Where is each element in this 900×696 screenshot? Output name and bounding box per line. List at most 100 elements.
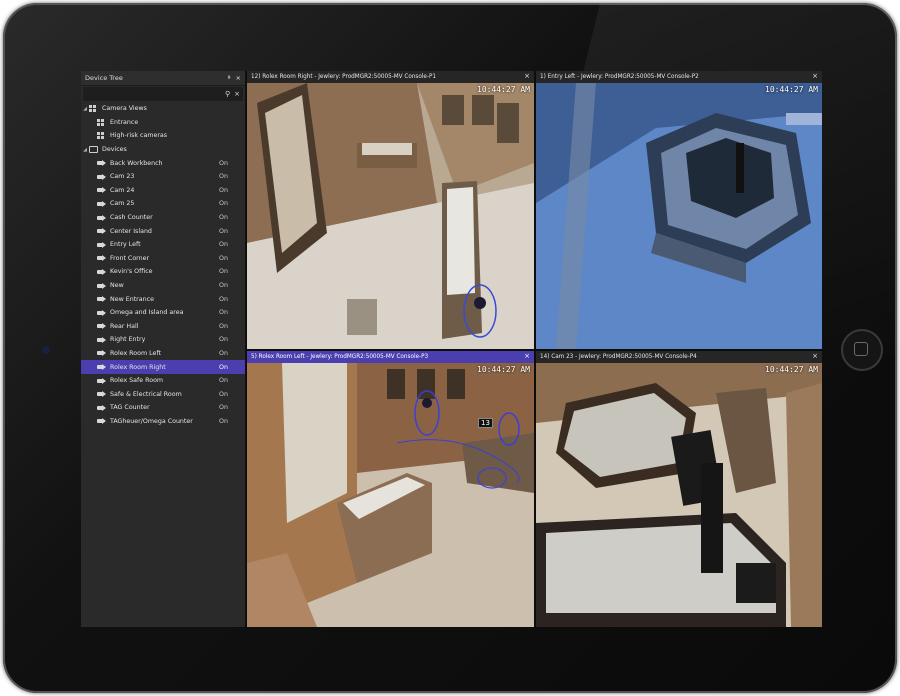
camera-icon [97, 377, 106, 384]
camera-tile-title: 1) Entry Left - Jewlery: ProdMGR2:50005-… [540, 74, 699, 80]
camera-tile-4[interactable]: 14) Cam 23 - Jewlery: ProdMGR2:50005-MV … [536, 351, 822, 627]
camera-icon [97, 391, 106, 398]
device-item[interactable]: Rolex Room Left On [81, 347, 245, 361]
device-status: On [219, 200, 228, 208]
close-icon[interactable]: × [812, 72, 818, 80]
device-tree-header: Device Tree ª × [81, 71, 245, 86]
camera-tile-titlebar[interactable]: 14) Cam 23 - Jewlery: ProdMGR2:50005-MV … [536, 351, 822, 363]
camera-timestamp: 10:44:27 AM [765, 365, 818, 374]
device-tree-panel: Device Tree ª × ⚲ × ◢ Camera Views Entranc… [81, 71, 246, 627]
device-item[interactable]: Right Entry On [81, 333, 245, 347]
device-item[interactable]: New Entrance On [81, 292, 245, 306]
device-item[interactable]: Rolex Room Right On [81, 360, 245, 374]
camera-tile-titlebar[interactable]: 1) Entry Left - Jewlery: ProdMGR2:50005-… [536, 71, 822, 83]
device-label: New [110, 282, 124, 290]
close-icon[interactable]: × [524, 72, 530, 80]
camera-tile-2[interactable]: 1) Entry Left - Jewlery: ProdMGR2:50005-… [536, 71, 822, 349]
camera-feed-image [536, 83, 822, 349]
camera-icon [97, 364, 106, 371]
camera-icon [97, 418, 106, 425]
collapse-arrow-icon[interactable]: ◢ [81, 147, 89, 153]
tree-item-camera-view[interactable]: Entrance [81, 116, 245, 130]
home-square-icon [854, 342, 868, 356]
tree-group-devices[interactable]: ◢ Devices [81, 143, 245, 157]
device-status: On [219, 254, 228, 262]
camera-views-icon [89, 105, 98, 113]
camera-feed[interactable]: 10:44:27 AM [536, 83, 822, 349]
device-label: Omega and Island area [110, 309, 184, 317]
close-icon[interactable]: × [812, 352, 818, 360]
device-tree-list: ◢ Camera Views Entrance High-risk cameras ◢ D… [81, 102, 245, 428]
search-icon[interactable]: ⚲ [225, 90, 230, 98]
close-icon[interactable]: × [236, 74, 241, 82]
device-item[interactable]: Back Workbench On [81, 156, 245, 170]
device-label: TAG Counter [110, 404, 150, 412]
device-status: On [219, 377, 228, 385]
folder-icon [89, 146, 98, 154]
camera-icon [97, 214, 106, 221]
camera-icon [97, 268, 106, 275]
device-item[interactable]: New On [81, 279, 245, 293]
camera-icon [97, 309, 106, 316]
device-status: On [219, 336, 228, 344]
device-label: Cam 23 [110, 173, 135, 181]
camera-tile-titlebar[interactable]: 12) Rolex Room Right - Jewlery: ProdMGR2… [247, 71, 534, 83]
device-label: Cam 24 [110, 186, 135, 194]
device-item[interactable]: Rolex Safe Room On [81, 374, 245, 388]
camera-icon [97, 160, 106, 167]
device-item[interactable]: Cam 23 On [81, 170, 245, 184]
device-status: On [219, 309, 228, 317]
device-label: Kevin's Office [110, 268, 153, 276]
camera-icon [97, 404, 106, 411]
grid-icon [97, 118, 106, 126]
device-status: On [219, 186, 228, 194]
pin-icon[interactable]: ª [227, 74, 230, 82]
device-search-input[interactable]: ⚲ × [83, 87, 243, 101]
tablet-frame: Device Tree ª × ⚲ × ◢ Camera Views Entranc… [3, 3, 897, 693]
camera-feed[interactable]: 10:44:27 AM [536, 363, 822, 627]
tree-group-label: Camera Views [102, 105, 147, 113]
device-status: On [219, 322, 228, 330]
device-label: Right Entry [110, 336, 146, 344]
close-icon[interactable]: × [524, 352, 530, 360]
device-item[interactable]: Omega and Island area On [81, 306, 245, 320]
collapse-arrow-icon[interactable]: ◢ [81, 106, 89, 112]
camera-icon [97, 255, 106, 262]
device-item[interactable]: Kevin's Office On [81, 265, 245, 279]
app-screen: Device Tree ª × ⚲ × ◢ Camera Views Entranc… [81, 71, 822, 627]
device-item[interactable]: Safe & Electrical Room On [81, 387, 245, 401]
camera-timestamp: 10:44:27 AM [765, 85, 818, 94]
device-label: Cam 25 [110, 200, 135, 208]
camera-tile-title: 5) Rolex Room Left - Jewlery: ProdMGR2:5… [251, 354, 429, 360]
device-item[interactable]: Cam 24 On [81, 184, 245, 198]
device-status: On [219, 295, 228, 303]
device-label: Front Corner [110, 254, 150, 262]
camera-tile-titlebar[interactable]: 5) Rolex Room Left - Jewlery: ProdMGR2:5… [247, 351, 534, 363]
device-label: Center Island [110, 227, 152, 235]
camera-icon [97, 241, 106, 248]
device-status: On [219, 282, 228, 290]
tree-item-camera-view[interactable]: High-risk cameras [81, 129, 245, 143]
device-item[interactable]: Front Corner On [81, 252, 245, 266]
device-item[interactable]: Center Island On [81, 224, 245, 238]
camera-feed-image [536, 363, 822, 627]
device-status: On [219, 363, 228, 371]
device-item[interactable]: TAG Counter On [81, 401, 245, 415]
camera-tile-1[interactable]: 12) Rolex Room Right - Jewlery: ProdMGR2… [247, 71, 534, 349]
tree-group-camera-views[interactable]: ◢ Camera Views [81, 102, 245, 116]
device-item[interactable]: Cam 25 On [81, 197, 245, 211]
home-button[interactable] [841, 329, 883, 371]
clear-icon[interactable]: × [234, 90, 240, 98]
device-label: TAGheuer/Omega Counter [110, 417, 193, 425]
camera-timestamp: 10:44:27 AM [477, 85, 530, 94]
camera-feed[interactable]: 10:44:27 AM 13 [247, 363, 534, 627]
device-item[interactable]: Rear Hall On [81, 320, 245, 334]
device-item[interactable]: TAGheuer/Omega Counter On [81, 415, 245, 429]
device-item[interactable]: Cash Counter On [81, 211, 245, 225]
tracking-label: 13 [478, 418, 493, 428]
device-item[interactable]: Entry Left On [81, 238, 245, 252]
camera-feed-image [247, 83, 534, 349]
device-label: Safe & Electrical Room [110, 390, 182, 398]
camera-tile-3[interactable]: 5) Rolex Room Left - Jewlery: ProdMGR2:5… [247, 351, 534, 627]
camera-feed[interactable]: 10:44:27 AM [247, 83, 534, 349]
